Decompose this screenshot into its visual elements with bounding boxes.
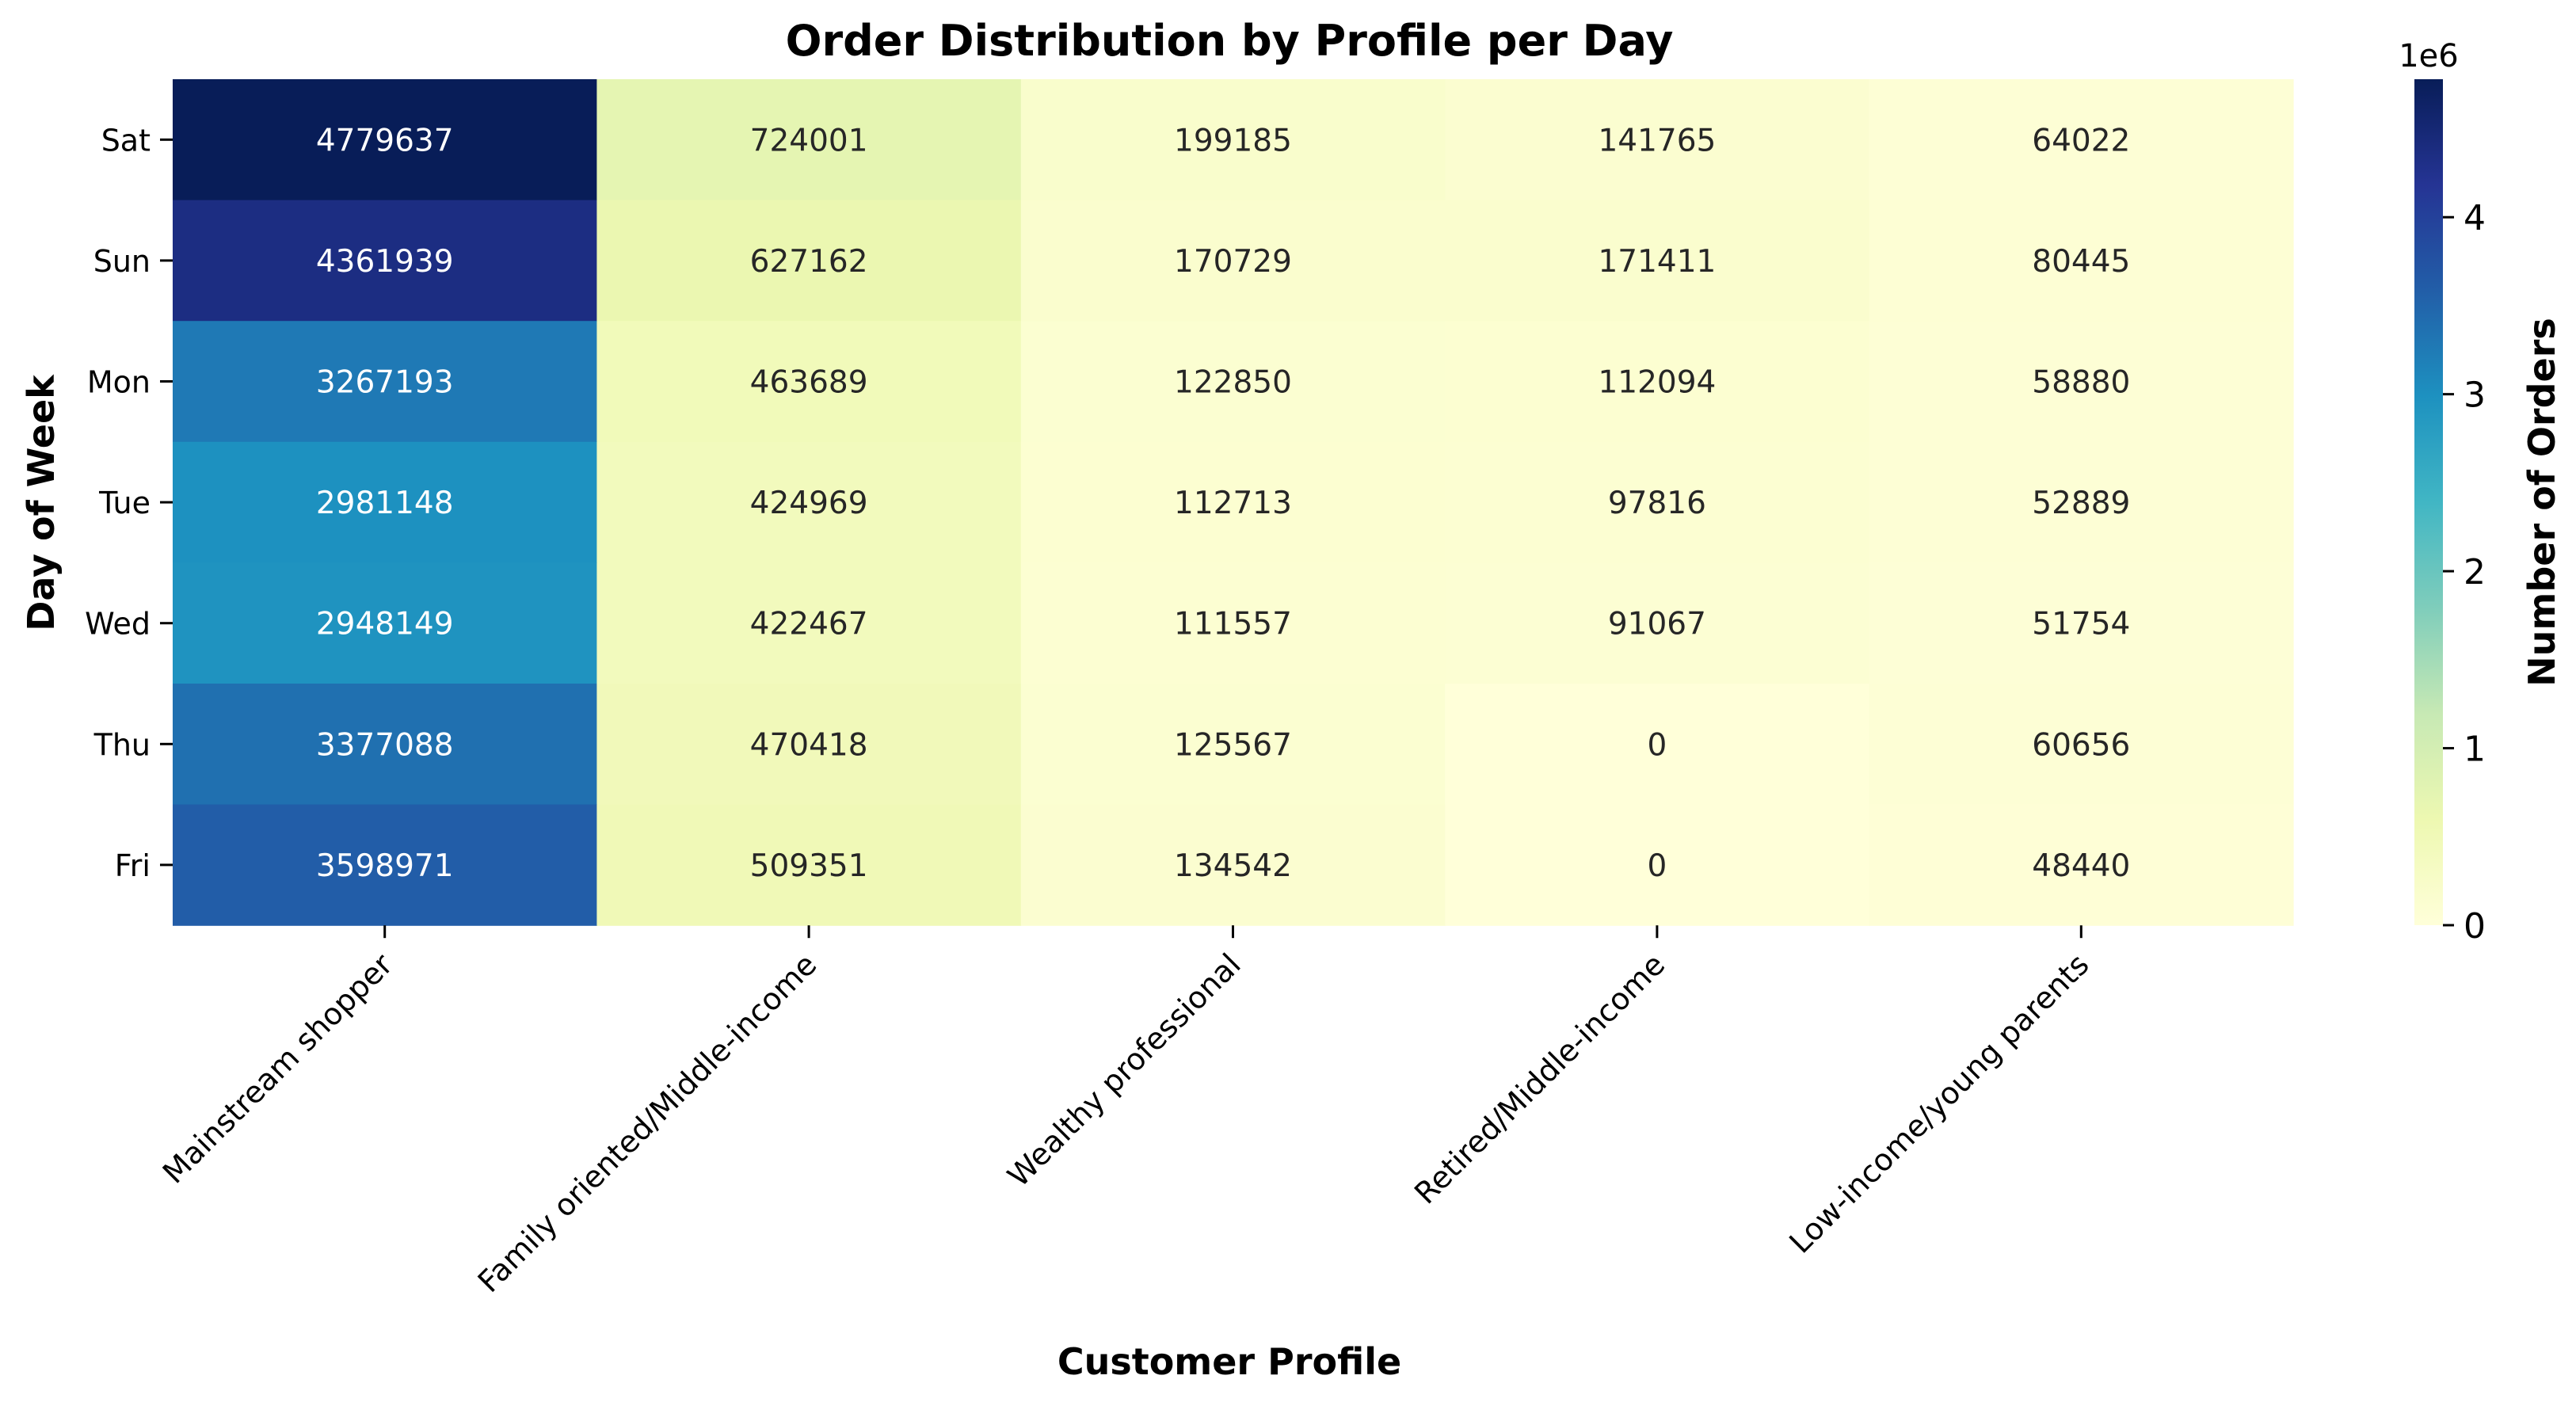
x-tick-label: Wealthy professional — [1000, 947, 1247, 1193]
y-tick-label: Tue — [98, 486, 151, 520]
heatmap-cell-value: 3377088 — [316, 727, 454, 763]
y-tick-label: Sat — [101, 123, 151, 158]
heatmap-cell-value: 3598971 — [316, 848, 454, 884]
colorbar-tick-label: 0 — [2464, 906, 2486, 947]
heatmap-cell-value: 52889 — [2032, 486, 2130, 521]
y-tick-label: Wed — [85, 607, 151, 642]
heatmap-cell-value: 463689 — [750, 365, 868, 401]
heatmap-cell-value: 3267193 — [316, 365, 454, 401]
heatmap-cell-value: 51754 — [2032, 607, 2130, 642]
heatmap-cell-value: 60656 — [2032, 727, 2130, 763]
heatmap-cell-value: 141765 — [1598, 123, 1716, 158]
heatmap-cell-value: 4779637 — [316, 123, 454, 158]
heatmap-cell-value: 627162 — [750, 244, 868, 280]
heatmap-cell-value: 58880 — [2032, 365, 2130, 401]
heatmap-cell-value: 0 — [1647, 727, 1667, 763]
heatmap-cell-value: 64022 — [2032, 123, 2130, 158]
heatmap-chart: Order Distribution by Profile per Day 47… — [0, 0, 2576, 1402]
heatmap-cell-value: 171411 — [1598, 244, 1716, 280]
x-tick-label: Family oriented/Middle-income — [471, 947, 824, 1299]
heatmap-cell-value: 170729 — [1174, 244, 1292, 280]
heatmap-cell-value: 0 — [1647, 848, 1667, 884]
colorbar-tick-label: 4 — [2464, 198, 2486, 238]
heatmap-cell-value: 111557 — [1174, 607, 1292, 642]
chart-title: Order Distribution by Profile per Day — [786, 16, 1674, 66]
x-axis-label: Customer Profile — [1057, 1340, 1401, 1383]
colorbar-ticks: 0 1 2 3 4 — [2443, 198, 2486, 947]
y-tick-label: Thu — [93, 727, 151, 762]
heatmap-cell-value: 112094 — [1598, 365, 1716, 401]
colorbar-tick-label: 1 — [2464, 730, 2486, 770]
heatmap-cell-value: 424969 — [750, 486, 868, 521]
heatmap-cell-value: 2981148 — [316, 486, 454, 521]
heatmap-cell-value: 134542 — [1174, 848, 1292, 884]
x-tick-label: Low-income/young parents — [1782, 947, 2095, 1259]
y-tick-label: Sun — [93, 244, 151, 279]
heatmap-cell-value: 122850 — [1174, 365, 1292, 401]
y-tick-label: Mon — [87, 365, 151, 400]
colorbar-tick-label: 2 — [2464, 552, 2486, 593]
heatmap-cell-value: 91067 — [1608, 607, 1706, 642]
y-tick-label: Fri — [115, 848, 151, 883]
heatmap-cell-value: 4361939 — [316, 244, 454, 280]
colorbar-multiplier-label: 1e6 — [2399, 38, 2459, 74]
heatmap-svg: Order Distribution by Profile per Day 47… — [20, 16, 2563, 1383]
colorbar — [2414, 79, 2443, 925]
heatmap-cell-value: 97816 — [1608, 486, 1706, 521]
x-axis: Mainstream shopper Family oriented/Middle… — [156, 925, 2096, 1299]
y-axis-label: Day of Week — [20, 374, 63, 631]
heatmap-cell-value: 724001 — [750, 123, 868, 158]
heatmap-cell-value: 199185 — [1174, 123, 1292, 158]
x-tick-label: Mainstream shopper — [156, 947, 399, 1190]
heatmap-cell-value: 470418 — [750, 727, 868, 763]
heatmap-cell-value: 80445 — [2032, 244, 2130, 280]
heatmap-cell-value: 509351 — [750, 848, 868, 884]
heatmap-cell-value: 112713 — [1174, 486, 1292, 521]
heatmap-cell-value: 125567 — [1174, 727, 1292, 763]
x-tick-label: Retired/Middle-income — [1408, 947, 1671, 1210]
heatmap-cell-value: 48440 — [2032, 848, 2130, 884]
heatmap-cell-value: 422467 — [750, 607, 868, 642]
colorbar-label: Number of Orders — [2521, 318, 2563, 687]
heatmap-cell-value: 2948149 — [316, 607, 454, 642]
colorbar-tick-label: 3 — [2464, 375, 2486, 416]
y-axis: Sat Sun Mon Tue Wed Thu Fri — [85, 123, 173, 883]
